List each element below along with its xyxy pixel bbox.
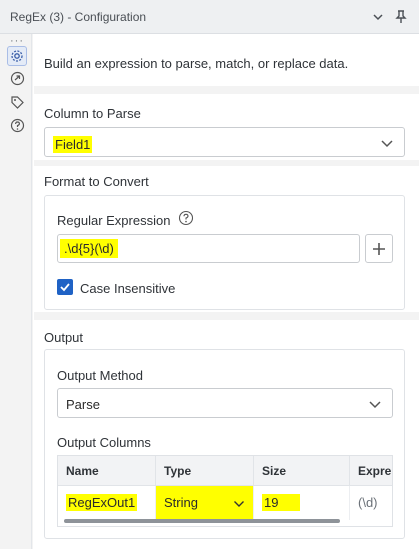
output-expression-cell[interactable]: (\d) <box>350 486 392 520</box>
output-columns-label: Output Columns <box>57 435 151 450</box>
pin-icon[interactable] <box>392 8 410 26</box>
title-bar: RegEx (3) - Configuration <box>0 0 419 34</box>
case-insensitive-checkbox[interactable] <box>57 279 73 295</box>
output-type-cell[interactable]: String <box>156 486 254 520</box>
divider <box>34 312 419 320</box>
window-title: RegEx (3) - Configuration <box>10 10 147 24</box>
output-method-label: Output Method <box>57 368 143 383</box>
chevron-down-icon[interactable] <box>369 8 387 26</box>
regular-expression-value: .\d{5}(\d) <box>60 239 118 258</box>
add-expression-button[interactable] <box>365 234 393 263</box>
output-columns-table: Name Type Size Expre RegExOut1 String 19… <box>57 455 393 527</box>
output-name-value: RegExOut1 <box>66 494 138 511</box>
column-to-parse-select[interactable]: Field1 <box>44 127 405 157</box>
help-icon[interactable] <box>178 210 194 231</box>
format-to-convert-label: Format to Convert <box>44 174 149 189</box>
divider <box>34 86 419 94</box>
column-header-size: Size <box>254 456 350 486</box>
divider <box>34 160 419 166</box>
help-icon[interactable] <box>8 116 26 134</box>
column-header-type: Type <box>156 456 254 486</box>
column-to-parse-label: Column to Parse <box>44 106 141 121</box>
column-header-name: Name <box>58 456 156 486</box>
output-method-value: Parse <box>66 397 100 412</box>
tag-icon[interactable] <box>8 93 26 111</box>
output-name-cell[interactable]: RegExOut1 <box>58 486 156 520</box>
gear-icon[interactable] <box>7 46 27 66</box>
regular-expression-label: Regular Expression <box>57 213 171 228</box>
horizontal-scrollbar[interactable] <box>64 519 340 523</box>
column-to-parse-value: Field1 <box>53 136 93 153</box>
chevron-down-icon <box>233 497 245 512</box>
left-rail <box>0 34 32 549</box>
column-header-expression: Expre <box>350 456 392 486</box>
regular-expression-input[interactable]: .\d{5}(\d) <box>57 234 360 263</box>
output-size-cell[interactable]: 19 <box>254 486 350 520</box>
output-method-select[interactable]: Parse <box>57 388 393 418</box>
output-size-value: 19 <box>262 494 301 511</box>
output-label: Output <box>44 330 84 345</box>
case-insensitive-label: Case Insensitive <box>80 281 176 296</box>
chevron-down-icon <box>380 137 394 149</box>
tool-description: Build an expression to parse, match, or … <box>44 56 349 71</box>
navigate-icon[interactable] <box>8 69 26 87</box>
output-type-value: String <box>164 495 198 510</box>
chevron-down-icon <box>368 398 382 410</box>
